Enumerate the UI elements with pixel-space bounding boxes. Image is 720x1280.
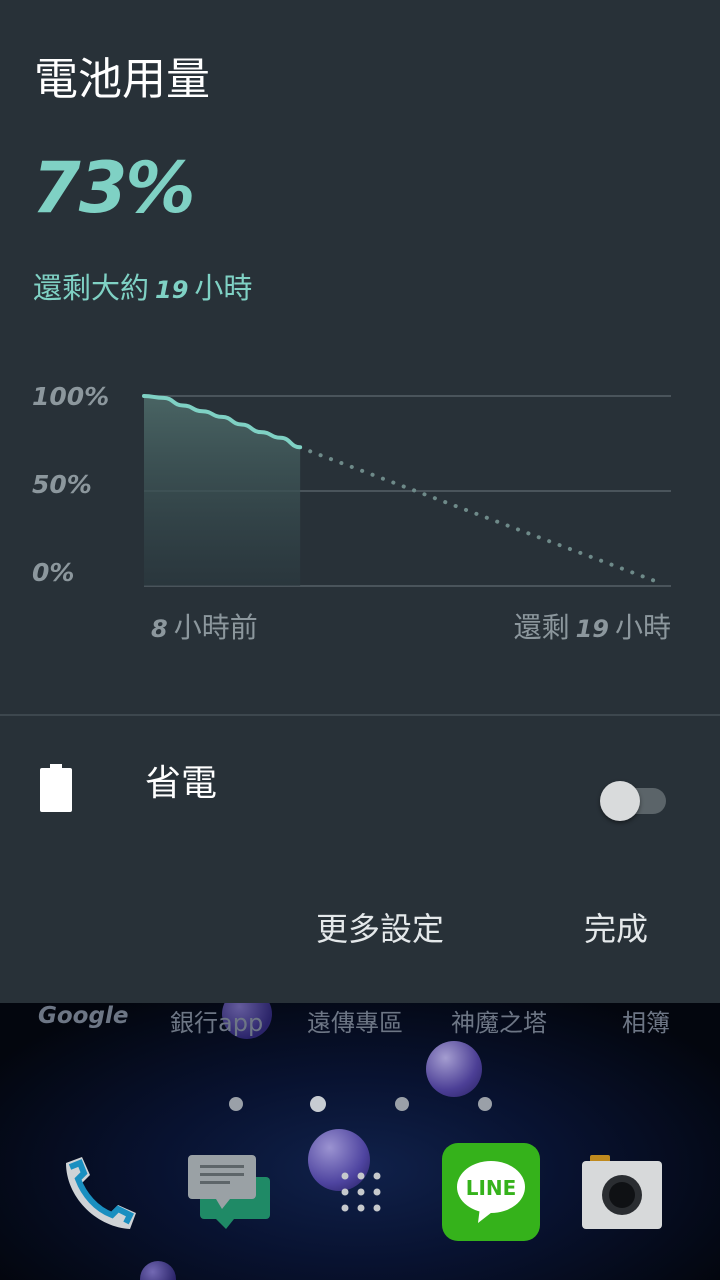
battery-saver-toggle[interactable] xyxy=(600,780,670,822)
history-area xyxy=(144,396,301,586)
x-end-text: 小時 xyxy=(614,611,671,644)
x-start-text: 小時前 xyxy=(173,611,258,644)
x-end-hours: 19 xyxy=(575,615,609,643)
x-start-hours: 8 xyxy=(151,615,168,643)
app-label-bank[interactable]: 銀行app xyxy=(170,1003,263,1038)
toggle-thumb xyxy=(600,781,640,821)
page-indicator-dot xyxy=(229,1097,243,1111)
app-label-gallery[interactable]: 相簿 xyxy=(622,1003,670,1038)
battery-icon xyxy=(40,764,72,812)
app-label-tos[interactable]: 神魔之塔 xyxy=(451,1003,547,1038)
app-label-google[interactable]: Google xyxy=(38,1003,128,1029)
section-divider xyxy=(0,714,720,716)
done-button[interactable]: 完成 xyxy=(584,906,648,952)
svg-text:LINE: LINE xyxy=(466,1176,517,1200)
x-end-label: 還剩 19 小時 xyxy=(514,606,671,646)
app-label-fetnet[interactable]: 遠傳專區 xyxy=(307,1003,403,1038)
panel-title: 電池用量 xyxy=(34,54,210,105)
wallpaper-bubble xyxy=(140,1261,176,1280)
wallpaper-bubble xyxy=(426,1041,482,1097)
home-screen: Google 銀行app 遠傳專區 神魔之塔 相簿 LINE xyxy=(0,1003,720,1280)
camera-icon[interactable] xyxy=(580,1155,664,1231)
x-end-prefix: 還剩 xyxy=(513,611,570,644)
messages-icon[interactable] xyxy=(186,1153,272,1233)
battery-chart: 100% 50% 0% 8 小時前 還剩 19 小時 xyxy=(0,370,720,660)
remaining-unit: 小時 xyxy=(194,271,253,305)
prediction-line xyxy=(308,449,665,586)
battery-usage-panel: 電池用量 73% 還剩大約 19 小時 100% 50% 0% 8 小時前 還剩 19 小… xyxy=(0,0,720,1003)
battery-saver-label: 省電 xyxy=(145,763,218,804)
page-indicator-dot xyxy=(478,1097,492,1111)
page-indicator-dot xyxy=(395,1097,409,1111)
battery-percent: 73% xyxy=(32,147,196,229)
x-start-label: 8 小時前 xyxy=(145,606,258,646)
remaining-prefix: 還剩大約 xyxy=(33,271,150,305)
app-drawer-icon[interactable] xyxy=(338,1169,384,1215)
phone-icon[interactable] xyxy=(56,1151,140,1235)
line-app-icon[interactable]: LINE xyxy=(442,1143,540,1241)
more-settings-button[interactable]: 更多設定 xyxy=(316,906,444,952)
remaining-time: 還剩大約 19 小時 xyxy=(33,268,252,310)
remaining-hours: 19 xyxy=(155,276,189,304)
page-indicator-dot-active xyxy=(310,1096,326,1112)
